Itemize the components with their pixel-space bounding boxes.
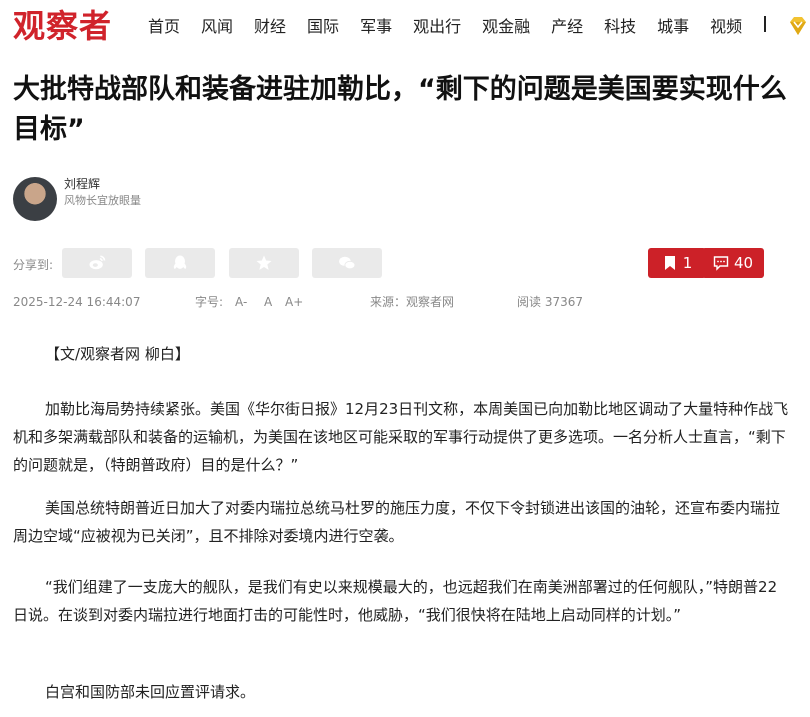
nav-item-finance[interactable]: 财经: [254, 14, 286, 40]
nav-item-city[interactable]: 城事: [657, 14, 689, 40]
article-paragraph: 【文/观察者网 柳白】: [45, 345, 190, 363]
nav-item-tech[interactable]: 科技: [604, 14, 636, 40]
site-logo[interactable]: 观察者: [13, 4, 112, 48]
nav-item-video[interactable]: 视频: [710, 14, 742, 40]
publish-date: 2025-12-24 16:44:07: [13, 295, 141, 309]
share-label: 分享到:: [13, 258, 54, 272]
font-size-label: 字号:: [195, 295, 224, 309]
share-qq-button[interactable]: [145, 248, 215, 278]
nav-separator: [764, 16, 766, 32]
share-row: 分享到: 1 40: [13, 248, 803, 280]
article-paragraph: 白宫和国防部未回应置评请求。: [45, 683, 256, 701]
article-title: 大批特战部队和装备进驻加勒比，“剩下的问题是美国要实现什么目标”: [13, 74, 787, 145]
nav-item-international[interactable]: 国际: [307, 14, 339, 40]
font-size-default-button[interactable]: A: [264, 294, 272, 310]
nav-item-finance-observer[interactable]: 观金融: [482, 14, 530, 40]
bookmark-button[interactable]: 1: [648, 248, 706, 278]
bookmark-icon: [664, 256, 675, 270]
nav-item-travel[interactable]: 观出行: [413, 14, 461, 40]
avatar[interactable]: [13, 177, 57, 221]
nav-item-military[interactable]: 军事: [360, 14, 392, 40]
comment-icon: [713, 256, 729, 271]
bookmark-count: 1: [682, 254, 693, 272]
article-paragraph: 美国总统特朗普近日加大了对委内瑞拉总统马杜罗的施压力度，不仅下令封锁进出该国的油…: [13, 499, 781, 545]
share-qzone-button[interactable]: [229, 248, 299, 278]
article-paragraph: 加勒比海局势持续紧张。美国《华尔街日报》12月23日刊文称，本周美国已向加勒比地…: [13, 400, 789, 474]
comment-button[interactable]: 40: [702, 248, 764, 278]
qq-icon: [173, 255, 187, 269]
nav-item-fengwen[interactable]: 风闻: [201, 14, 233, 40]
qzone-star-icon: [256, 255, 272, 270]
main-nav: 首页 风闻 财经 国际 军事 观出行 观金融 产经 科技 城事 视频: [148, 14, 763, 40]
article-paragraph: “我们组建了一支庞大的舰队，是我们有史以来规模最大的，也远超我们在南美洲部署过的…: [13, 578, 778, 624]
share-wechat-button[interactable]: [312, 248, 382, 278]
author-name[interactable]: 刘程辉: [64, 177, 100, 191]
article-source: 来源：观察者网: [370, 295, 455, 309]
font-size-decrease-button[interactable]: A-: [235, 294, 247, 310]
comment-count: 40: [733, 254, 754, 272]
author-description: 风物长宜放眼量: [64, 194, 141, 207]
top-navigation-bar: 观察者 首页 风闻 财经 国际 军事 观出行 观金融 产经 科技 城事 视频: [0, 0, 810, 56]
read-count: 阅读 37367: [517, 295, 583, 309]
wechat-icon: [339, 256, 356, 270]
nav-item-home[interactable]: 首页: [148, 14, 180, 40]
gem-icon[interactable]: [786, 14, 810, 38]
font-size-increase-button[interactable]: A+: [285, 294, 303, 310]
nav-item-industry[interactable]: 产经: [551, 14, 583, 40]
weibo-icon: [89, 255, 106, 270]
share-weibo-button[interactable]: [62, 248, 132, 278]
